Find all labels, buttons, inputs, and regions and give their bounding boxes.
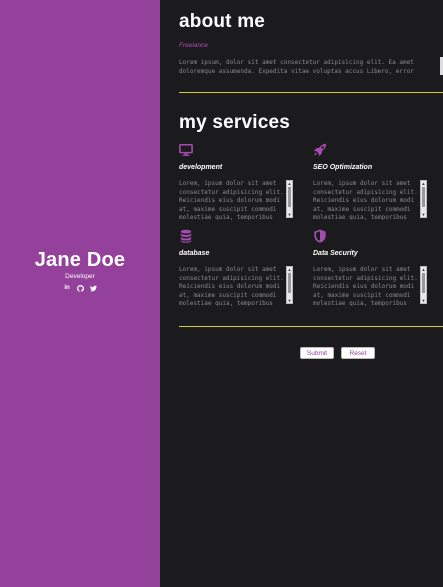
linkedin-icon[interactable]: in (64, 285, 71, 292)
rocket-icon (313, 143, 327, 157)
services-title: my services (179, 112, 291, 133)
service-security: Data Security Lorem, ipsum dolor sit ame… (313, 229, 427, 306)
service-textarea[interactable]: Lorem, ipsum dolor sit amet consectetur … (313, 266, 419, 306)
service-scrollbar[interactable]: ▲ ▼ (420, 266, 427, 304)
service-name: database (179, 250, 210, 257)
main-content: about me Freelance Lorem ipsum, dolor si… (160, 0, 443, 587)
divider (179, 326, 443, 327)
service-name: Data Security (313, 250, 358, 257)
service-database: database Lorem, ipsum dolor sit amet con… (179, 229, 293, 306)
divider (179, 92, 443, 93)
service-name: SEO Optimization (313, 164, 373, 171)
monitor-icon (179, 143, 193, 157)
about-subtitle: Freelance (179, 42, 208, 49)
service-textarea[interactable]: Lorem, ipsum dolor sit amet consectetur … (179, 180, 285, 220)
github-icon[interactable] (76, 285, 84, 292)
service-textarea[interactable]: Lorem, ipsum dolor sit amet consectetur … (313, 180, 419, 220)
social-links: in (0, 285, 160, 292)
service-seo: SEO Optimization Lorem, ipsum dolor sit … (313, 143, 427, 220)
reset-button[interactable]: Reset (341, 347, 375, 359)
service-textarea[interactable]: Lorem, ipsum dolor sit amet consectetur … (179, 266, 285, 306)
service-development: development Lorem, ipsum dolor sit amet … (179, 143, 293, 220)
service-scrollbar[interactable]: ▲ ▼ (420, 180, 427, 218)
sidebar: Jane Doe Developer in (0, 0, 160, 587)
about-textarea[interactable]: Lorem ipsum, dolor sit amet consectetur … (179, 58, 421, 76)
about-title: about me (179, 11, 266, 32)
twitter-icon[interactable] (89, 285, 97, 292)
service-scrollbar[interactable]: ▲ ▼ (286, 266, 293, 304)
profile-name: Jane Doe (34, 249, 126, 271)
service-name: development (179, 164, 223, 171)
profile-card: Jane Doe Developer in (0, 248, 160, 292)
service-scrollbar[interactable]: ▲ ▼ (286, 180, 293, 218)
shield-icon (313, 229, 327, 243)
submit-button[interactable]: Submit (300, 347, 334, 359)
profile-role: Developer (65, 273, 95, 280)
database-icon (179, 229, 193, 243)
